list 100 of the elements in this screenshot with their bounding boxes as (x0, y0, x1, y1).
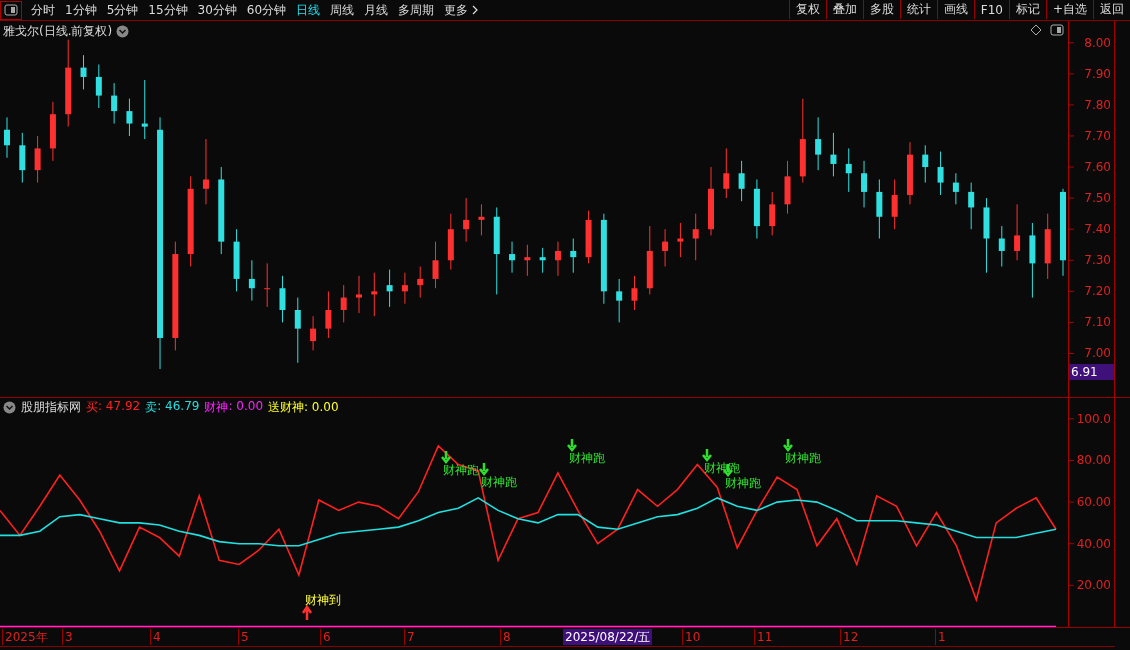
toolbar-button[interactable]: 叠加 (825, 0, 863, 19)
candlestick (815, 116, 822, 171)
candlestick (998, 225, 1005, 267)
candlestick (677, 222, 684, 258)
legend-label: 买 (86, 399, 98, 416)
toolbar-button[interactable]: 统计 (899, 0, 937, 19)
candlestick (937, 151, 944, 196)
diamond-icon[interactable] (1030, 24, 1042, 36)
candlestick (4, 116, 10, 159)
candlestick (968, 182, 975, 230)
candlestick (554, 241, 561, 277)
legend-value: : 46.79 (157, 399, 200, 415)
period-tab[interactable]: 日线 (291, 0, 326, 20)
candlestick (692, 213, 699, 261)
candlestick (294, 297, 301, 364)
candlestick (738, 160, 745, 202)
candlestick (631, 275, 638, 311)
candlestick (126, 98, 133, 137)
toolbar-button[interactable]: 返回 (1093, 0, 1130, 19)
indicator-name: 股朋指标网 (21, 399, 81, 416)
toolbar-button[interactable]: 画线 (936, 0, 974, 19)
candlestick (524, 244, 531, 277)
price-axis-label: 7.70 (1084, 129, 1111, 143)
period-tab[interactable]: 多周期 (393, 0, 440, 20)
candlestick (340, 284, 347, 323)
legend-value: : 47.92 (98, 399, 141, 415)
candlestick (417, 266, 424, 299)
candlestick (111, 82, 118, 125)
indicator-axis-label: 40.00 (1076, 536, 1111, 551)
panel-toggle-button[interactable] (0, 0, 22, 20)
period-tab[interactable]: 60分钟 (241, 0, 292, 20)
toolbar-button[interactable]: 标记 (1008, 0, 1046, 19)
candlestick (80, 54, 87, 90)
candlestick (1014, 203, 1021, 261)
candlestick (386, 269, 393, 308)
price-axis-label: 7.30 (1084, 253, 1111, 268)
toolbar-button[interactable]: +自选 (1045, 0, 1093, 19)
more-button[interactable]: 更多 (439, 0, 485, 20)
time-axis-label: 4 (150, 629, 161, 645)
candlestick (723, 147, 730, 199)
candlestick (310, 315, 317, 351)
cursor-date-label: 2025/08/22/五 (563, 629, 653, 645)
current-price-label: 6.91 (1069, 364, 1114, 380)
time-axis-label: 3 (62, 629, 73, 645)
indicator-axis-label: 80.00 (1076, 453, 1111, 468)
toolbar-button[interactable]: F10 (973, 0, 1009, 19)
period-tab[interactable]: 1分钟 (60, 0, 102, 20)
candlestick (279, 275, 286, 323)
period-tab[interactable]: 5分钟 (101, 0, 144, 20)
candlestick (463, 197, 470, 243)
price-axis-label: 7.50 (1084, 191, 1111, 206)
time-axis-label: 1 (935, 629, 946, 645)
price-axis-label: 7.40 (1084, 222, 1111, 237)
candlestick (19, 132, 26, 184)
time-axis-label: 11 (754, 629, 773, 645)
period-tab[interactable]: 30分钟 (192, 0, 242, 20)
candlestick (432, 241, 439, 289)
toolbar-button[interactable]: 多股 (862, 0, 900, 19)
candlestick (708, 166, 714, 236)
toolbar-button[interactable]: 复权 (788, 0, 826, 19)
candlestick (325, 290, 332, 339)
time-axis-label: 2025年 (2, 629, 48, 645)
candlestick (570, 238, 577, 274)
period-tab[interactable]: 月线 (359, 0, 394, 20)
price-axis-label: 7.60 (1084, 160, 1111, 175)
panel-toggle-icon[interactable] (1050, 24, 1064, 36)
candlestick (830, 132, 837, 177)
candlestick (922, 144, 929, 184)
candlestick (95, 64, 102, 109)
candlestick (662, 228, 669, 267)
indicator-axis-label: 20.00 (1076, 578, 1111, 593)
candlestick (876, 179, 883, 239)
period-tab[interactable]: 15分钟 (143, 0, 193, 20)
legend-value: : 0.00 (228, 399, 263, 415)
period-tab[interactable]: 周线 (325, 0, 360, 20)
price-axis-label: 7.00 (1084, 346, 1111, 361)
chevron-right-icon (471, 5, 480, 15)
price-axis-label: 7.10 (1084, 315, 1111, 330)
candlestick (447, 213, 454, 271)
candlestick (202, 138, 209, 205)
candlestick (616, 278, 623, 323)
candlestick (769, 191, 776, 236)
candlestick (952, 172, 959, 205)
price-axis-label: 7.20 (1084, 284, 1111, 299)
candlestick (356, 275, 362, 314)
legend-value: 送财神: 0.00 (268, 399, 339, 416)
period-tab[interactable]: 分时 (26, 0, 60, 20)
candlestick (49, 101, 56, 162)
candlestick (371, 272, 378, 317)
candlestick (141, 79, 148, 140)
price-axis-label: 7.80 (1084, 97, 1111, 112)
candlestick (906, 141, 913, 205)
time-axis-label: 8 (500, 629, 511, 645)
candlestick (233, 228, 240, 292)
candlestick (248, 259, 255, 302)
dropdown-icon[interactable] (116, 25, 130, 38)
dropdown-icon[interactable] (3, 401, 16, 414)
time-axis-label: 7 (404, 629, 415, 645)
chart-title: 雅戈尔(日线.前复权) (3, 23, 113, 40)
time-axis-label: 10 (682, 629, 701, 645)
